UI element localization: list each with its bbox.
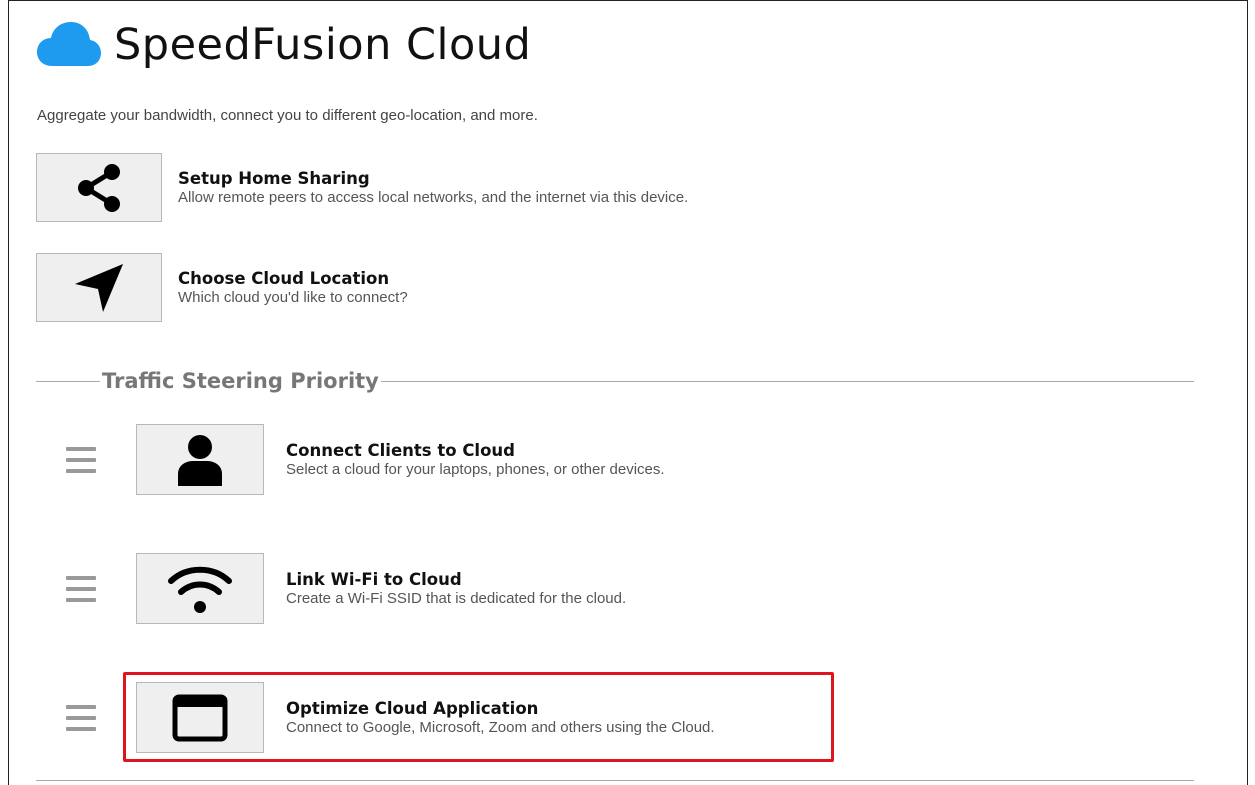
item-description: Create a Wi-Fi SSID that is dedicated fo… bbox=[286, 589, 627, 607]
app-title: SpeedFusion Cloud bbox=[114, 20, 532, 70]
setup-home-sharing-button[interactable] bbox=[36, 153, 162, 222]
highlight-box bbox=[123, 672, 834, 762]
traffic-steering-legend: Traffic Steering Priority bbox=[100, 369, 381, 393]
user-icon bbox=[178, 434, 222, 486]
share-icon bbox=[78, 163, 120, 212]
item-description: Which cloud you'd like to connect? bbox=[178, 288, 408, 306]
header: SpeedFusion Cloud bbox=[36, 20, 531, 70]
item-title: Link Wi-Fi to Cloud bbox=[286, 569, 462, 589]
page-subtitle: Aggregate your bandwidth, connect you to… bbox=[37, 107, 538, 124]
item-title: Choose Cloud Location bbox=[178, 268, 390, 288]
choose-cloud-location-item: Choose Cloud Location Which cloud you'd … bbox=[36, 253, 408, 322]
drag-handle[interactable] bbox=[66, 576, 96, 602]
wifi-icon bbox=[168, 566, 232, 613]
location-arrow-icon bbox=[75, 263, 123, 312]
item-description: Select a cloud for your laptops, phones,… bbox=[286, 460, 665, 478]
cloud-icon bbox=[37, 22, 101, 66]
choose-cloud-location-button[interactable] bbox=[36, 253, 162, 322]
item-title: Connect Clients to Cloud bbox=[286, 440, 515, 460]
item-title: Setup Home Sharing bbox=[178, 168, 370, 188]
drag-handle[interactable] bbox=[66, 705, 96, 731]
link-wifi-button[interactable] bbox=[136, 553, 264, 624]
connect-clients-item: Connect Clients to Cloud Select a cloud … bbox=[136, 424, 665, 495]
setup-home-sharing-item: Setup Home Sharing Allow remote peers to… bbox=[36, 153, 688, 222]
drag-handle[interactable] bbox=[66, 447, 96, 473]
item-description: Allow remote peers to access local netwo… bbox=[178, 188, 689, 206]
link-wifi-item: Link Wi-Fi to Cloud Create a Wi-Fi SSID … bbox=[136, 553, 626, 624]
section-divider-bottom bbox=[36, 780, 1194, 781]
connect-clients-button[interactable] bbox=[136, 424, 264, 495]
